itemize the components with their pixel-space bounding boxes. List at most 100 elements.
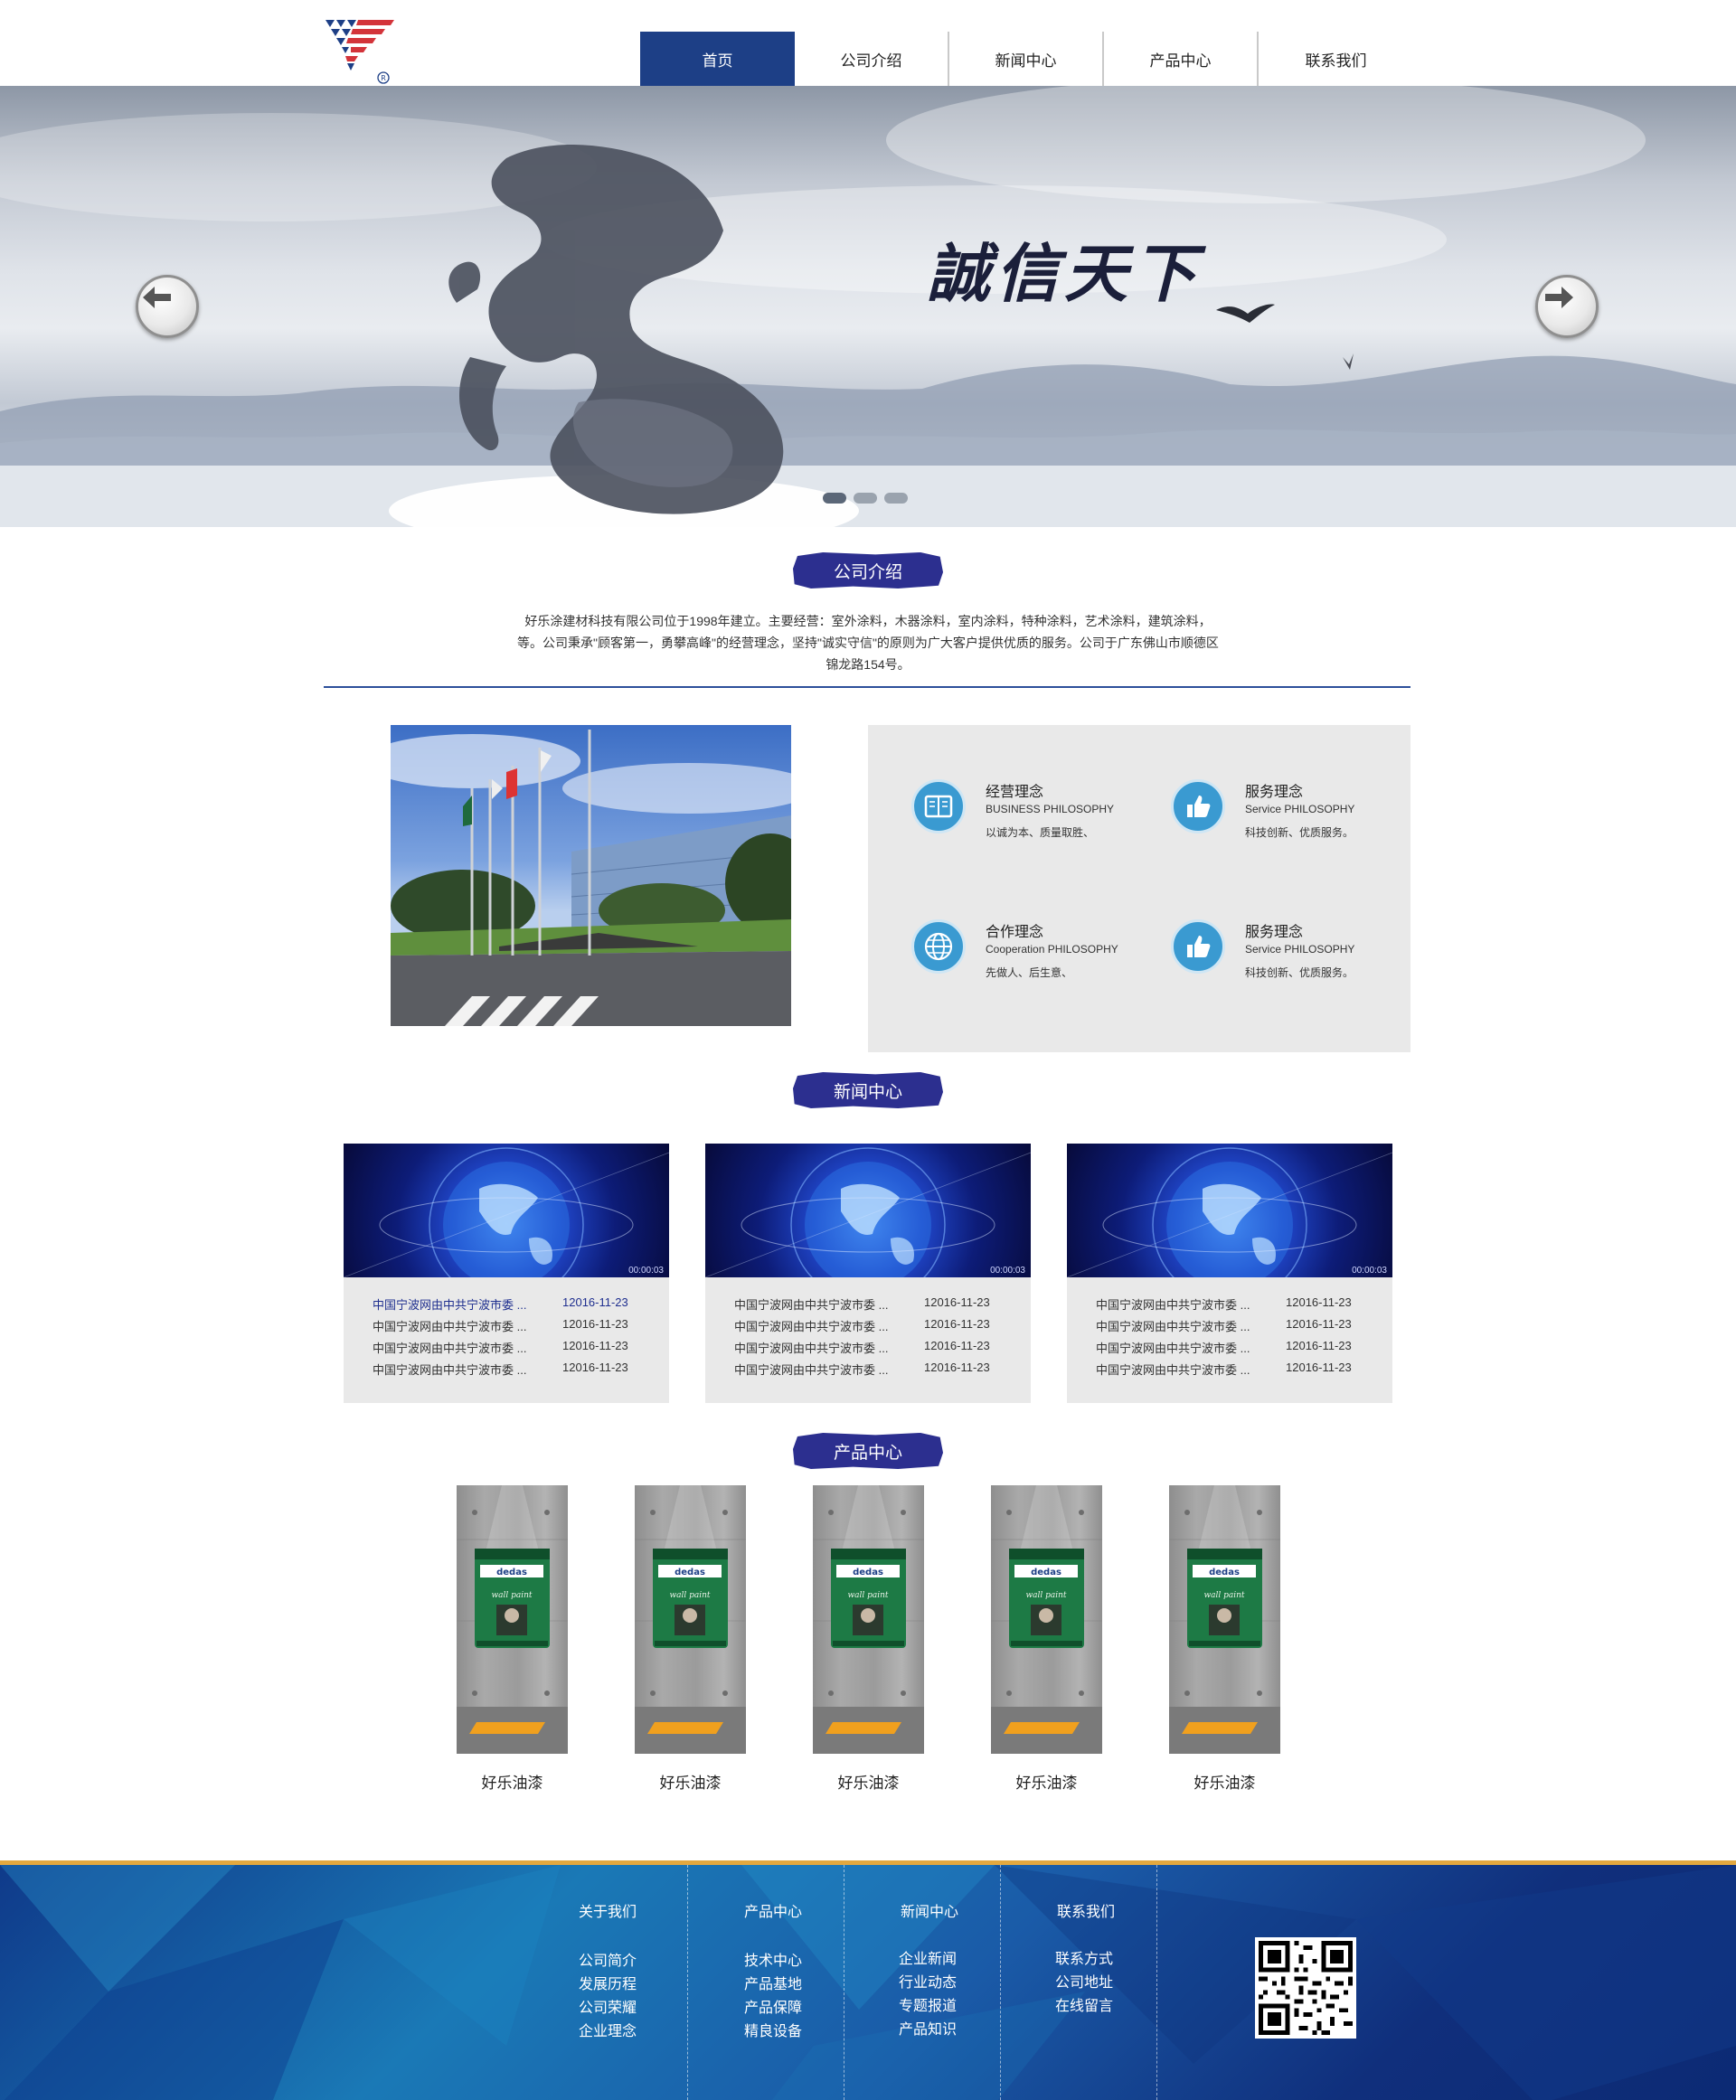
news-video-thumbnail[interactable]: 00:00:03 [344, 1144, 669, 1277]
philosophy-subtitle: BUSINESS PHILOSOPHY [986, 803, 1115, 815]
nav-news[interactable]: 新闻中心 [949, 32, 1104, 86]
news-title[interactable]: 中国宁波网由中共宁波市委 ... [373, 1339, 553, 1361]
footer-link[interactable]: 发展历程 [579, 1972, 637, 1993]
news-date: 12016-11-23 [562, 1295, 628, 1309]
about-section-title: 公司介绍 [793, 552, 943, 589]
footer-link[interactable]: 技术中心 [744, 1948, 802, 1970]
news-title[interactable]: 中国宁波网由中共宁波市委 ... [734, 1295, 915, 1317]
banner-dot-2[interactable] [854, 493, 877, 504]
thumbs-up-icon [1171, 919, 1225, 974]
footer-col-products: 产品中心 技术中心 产品基地 产品保障 精良设备 [688, 1865, 844, 2100]
product-card-3[interactable]: dedas wall paint 好乐油漆 [813, 1485, 924, 1793]
product-card-1[interactable]: dedas wall paint 好乐油漆 [457, 1485, 568, 1793]
banner-prev-button[interactable] [136, 275, 199, 338]
product-name[interactable]: 好乐油漆 [991, 1770, 1102, 1793]
product-image[interactable]: dedas wall paint [991, 1485, 1102, 1754]
footer-link[interactable]: 公司荣耀 [579, 1995, 637, 2017]
news-title[interactable]: 中国宁波网由中共宁波市委 ... [373, 1317, 553, 1339]
footer-heading[interactable]: 新闻中心 [901, 1899, 958, 1921]
news-title[interactable]: 中国宁波网由中共宁波市委 ... [1096, 1295, 1277, 1317]
footer-col-news: 新闻中心 企业新闻 行业动态 专题报道 产品知识 [844, 1865, 1001, 2100]
news-title[interactable]: 中国宁波网由中共宁波市委 ... [1096, 1317, 1277, 1339]
qr-code [1255, 1937, 1356, 2039]
banner-dot-1[interactable] [823, 493, 846, 504]
globe-icon [911, 919, 966, 974]
footer-link[interactable]: 企业理念 [579, 2019, 637, 2040]
footer-link[interactable]: 产品知识 [899, 2017, 957, 2039]
news-item[interactable]: 中国宁波网由中共宁波市委 ... 12016-11-23 [734, 1361, 1024, 1382]
about-intro-text: 好乐涂建材科技有限公司位于1998年建立。主要经营：室外涂料，木器涂料，室内涂料… [517, 614, 1219, 672]
news-item[interactable]: 中国宁波网由中共宁波市委 ... 12016-11-23 [1096, 1317, 1385, 1339]
product-card-4[interactable]: dedas wall paint 好乐油漆 [991, 1485, 1102, 1793]
company-photo [391, 725, 791, 1026]
philosophy-description: 先做人、后生意、 [986, 966, 1073, 979]
banner-next-button[interactable] [1535, 275, 1599, 338]
news-list: 中国宁波网由中共宁波市委 ... 12016-11-23 中国宁波网由中共宁波市委… [734, 1295, 1024, 1382]
news-item[interactable]: 中国宁波网由中共宁波市委 ... 12016-11-23 [734, 1317, 1024, 1339]
news-title[interactable]: 中国宁波网由中共宁波市委 ... [1096, 1339, 1277, 1361]
news-item[interactable]: 中国宁波网由中共宁波市委 ... 12016-11-23 [734, 1295, 1024, 1317]
news-title[interactable]: 中国宁波网由中共宁波市委 ... [373, 1361, 553, 1382]
nav-home[interactable]: 首页 [640, 32, 795, 86]
news-item[interactable]: 中国宁波网由中共宁波市委 ... 12016-11-23 [373, 1361, 662, 1382]
product-card-2[interactable]: dedas wall paint 好乐油漆 [635, 1485, 746, 1793]
news-item[interactable]: 中国宁波网由中共宁波市委 ... 12016-11-23 [373, 1317, 662, 1339]
footer-link[interactable]: 行业动态 [899, 1970, 957, 1992]
news-date: 12016-11-23 [562, 1361, 628, 1374]
news-title[interactable]: 中国宁波网由中共宁波市委 ... [1096, 1361, 1277, 1382]
philosophy-title: 服务理念 [1245, 925, 1304, 940]
news-date: 12016-11-23 [562, 1339, 628, 1352]
news-item[interactable]: 中国宁波网由中共宁波市委 ... 12016-11-23 [1096, 1361, 1385, 1382]
news-video-thumbnail[interactable]: 00:00:03 [705, 1144, 1031, 1277]
footer-link[interactable]: 联系方式 [1055, 1946, 1113, 1968]
product-image[interactable]: dedas wall paint [457, 1485, 568, 1754]
footer-heading[interactable]: 产品中心 [744, 1899, 802, 1921]
footer-link[interactable]: 在线留言 [1055, 1993, 1113, 2015]
news-date: 12016-11-23 [924, 1295, 990, 1309]
product-image[interactable]: dedas wall paint [1169, 1485, 1280, 1754]
footer-link[interactable]: 企业新闻 [899, 1946, 957, 1968]
news-title[interactable]: 中国宁波网由中共宁波市委 ... [734, 1317, 915, 1339]
footer-link[interactable]: 公司地址 [1055, 1970, 1113, 1992]
footer-link[interactable]: 专题报道 [899, 1993, 957, 2015]
footer: 关于我们 公司简介 发展历程 公司荣耀 企业理念 产品中心 技术中心 产品基地 … [0, 1860, 1736, 2100]
svg-text:dedas: dedas [853, 1568, 883, 1577]
news-item[interactable]: 中国宁波网由中共宁波市委 ... 12016-11-23 [734, 1339, 1024, 1361]
hero-banner: 誠信天下 [0, 86, 1736, 527]
product-name[interactable]: 好乐油漆 [635, 1770, 746, 1793]
news-item[interactable]: 中国宁波网由中共宁波市委 ... 12016-11-23 [373, 1295, 662, 1317]
footer-link[interactable]: 公司简介 [579, 1948, 637, 1970]
svg-text:dedas: dedas [496, 1568, 527, 1577]
thumbs-up-icon [1171, 779, 1225, 833]
footer-link[interactable]: 产品基地 [744, 1972, 802, 1993]
product-card-5[interactable]: dedas wall paint 好乐油漆 [1169, 1485, 1280, 1793]
nav-contact[interactable]: 联系我们 [1259, 32, 1413, 86]
news-title[interactable]: 中国宁波网由中共宁波市委 ... [373, 1295, 553, 1317]
footer-heading[interactable]: 关于我们 [579, 1899, 637, 1921]
logo[interactable]: R [324, 16, 400, 87]
news-card-3: 00:00:03 中国宁波网由中共宁波市委 ... 12016-11-23 中国宁… [1067, 1144, 1392, 1403]
product-image[interactable]: dedas wall paint [813, 1485, 924, 1754]
footer-link[interactable]: 产品保障 [744, 1995, 802, 2017]
footer-link[interactable]: 精良设备 [744, 2019, 802, 2040]
news-date: 12016-11-23 [1286, 1295, 1352, 1309]
news-item[interactable]: 中国宁波网由中共宁波市委 ... 12016-11-23 [1096, 1295, 1385, 1317]
banner-dot-3[interactable] [884, 493, 908, 504]
product-name[interactable]: 好乐油漆 [457, 1770, 568, 1793]
news-title[interactable]: 中国宁波网由中共宁波市委 ... [734, 1339, 915, 1361]
product-name[interactable]: 好乐油漆 [813, 1770, 924, 1793]
banner-pagination [823, 493, 908, 504]
product-image[interactable]: dedas wall paint [635, 1485, 746, 1754]
footer-heading[interactable]: 联系我们 [1057, 1899, 1115, 1921]
section-divider [324, 686, 1410, 688]
header: R 首页 公司介绍 新闻中心 产品中心 联系我们 [0, 0, 1736, 86]
news-video-thumbnail[interactable]: 00:00:03 [1067, 1144, 1392, 1277]
news-item[interactable]: 中国宁波网由中共宁波市委 ... 12016-11-23 [373, 1339, 662, 1361]
news-title[interactable]: 中国宁波网由中共宁波市委 ... [734, 1361, 915, 1382]
nav-about[interactable]: 公司介绍 [795, 32, 949, 86]
arrow-left-icon [143, 287, 171, 308]
news-item[interactable]: 中国宁波网由中共宁波市委 ... 12016-11-23 [1096, 1339, 1385, 1361]
product-name[interactable]: 好乐油漆 [1169, 1770, 1280, 1793]
nav-products[interactable]: 产品中心 [1104, 32, 1259, 86]
products-section-title: 产品中心 [793, 1433, 943, 1469]
